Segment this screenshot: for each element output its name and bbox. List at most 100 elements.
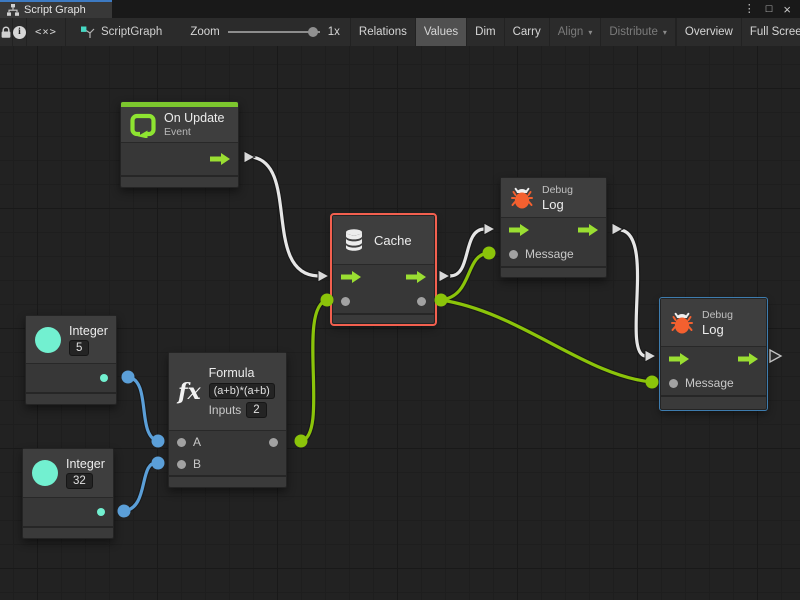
value-endpoint-dot[interactable] [152,457,165,470]
align-dropdown[interactable]: Align ▾ [550,18,602,46]
node-on-update[interactable]: On Update Event [120,101,239,188]
edit-script-button[interactable]: <×> [27,18,66,46]
flow-endpoint-triangle[interactable] [645,350,656,362]
input-a-port[interactable] [177,438,186,447]
window-menu-icon[interactable]: ⋮ [744,4,755,15]
node-debug-log-2[interactable]: Debug Log Message [660,298,767,410]
on-update-event-icon [130,112,156,138]
wire-value-int1-formula-a[interactable] [128,377,158,441]
lock-icon [0,26,12,39]
node-footer [121,175,238,187]
close-icon[interactable]: × [783,3,791,16]
lock-button[interactable] [0,18,13,46]
graph-hierarchy-icon [7,4,19,16]
integer-value-field[interactable]: 5 [69,340,89,356]
tab-script-graph[interactable]: Script Graph [0,0,112,18]
wire-flow-cache-debug1[interactable] [450,229,484,276]
tab-title: Script Graph [24,4,86,16]
value-endpoint-dot[interactable] [646,376,659,389]
formula-expression-field[interactable]: (a+b)*(a+b) [209,383,275,399]
flow-out-unconnected-triangle[interactable] [770,350,781,362]
wire-value-cache-debug2[interactable] [441,300,652,382]
input-b-port[interactable] [177,460,186,469]
values-button[interactable]: Values [416,18,467,46]
full-screen-button[interactable]: Full Screen [742,18,800,46]
integer-output-port[interactable] [97,508,105,516]
port-row: A [169,431,286,453]
node-title: Cache [374,233,412,248]
code-icon: <×> [35,26,57,38]
flow-endpoint-triangle[interactable] [484,223,495,235]
flow-out-port[interactable] [578,224,598,236]
dim-button[interactable]: Dim [467,18,504,46]
flow-endpoint-triangle[interactable] [318,270,329,282]
port-row [661,347,766,371]
node-debug-log-1[interactable]: Debug Log Message [500,177,607,278]
distribute-dropdown[interactable]: Distribute ▾ [601,18,676,46]
zoom-control: Zoom 1x [172,18,350,46]
flow-endpoint-triangle[interactable] [244,151,255,163]
window-controls: ⋮ □ × [744,0,800,18]
chevron-down-icon: ▾ [663,28,667,37]
maximize-icon[interactable]: □ [766,4,773,15]
node-footer [333,313,434,323]
bug-icon [510,186,534,210]
flow-in-port[interactable] [341,271,361,283]
node-category: Debug [702,309,733,321]
node-footer [23,526,113,538]
carry-button[interactable]: Carry [505,18,550,46]
unity-script-graph-window: Script Graph ⋮ □ × i <×> ScriptGraph [0,0,800,600]
overview-button[interactable]: Overview [676,18,742,46]
node-formula[interactable]: fx Formula (a+b)*(a+b) Inputs 2 A B [168,352,287,488]
flow-in-port[interactable] [669,353,689,365]
inspect-button[interactable]: i [13,18,27,46]
value-endpoint-dot[interactable] [152,435,165,448]
distribute-label: Distribute [609,26,658,38]
wire-flow-onupdate-cache[interactable] [252,157,318,276]
node-header: On Update Event [121,107,238,143]
input-a-label: A [193,435,201,449]
integer-value-field[interactable]: 32 [66,473,93,489]
node-title: Log [542,197,573,212]
flow-endpoint-triangle[interactable] [612,223,623,235]
zoom-slider-handle[interactable] [308,27,318,37]
relations-button[interactable]: Relations [351,18,416,46]
value-endpoint-dot[interactable] [295,435,308,448]
relations-label: Relations [359,26,407,38]
integer-output-port[interactable] [100,374,108,382]
value-endpoint-dot[interactable] [118,505,131,518]
flow-in-port[interactable] [509,224,529,236]
value-endpoint-dot[interactable] [122,371,135,384]
node-integer-1[interactable]: Integer 5 [25,315,117,405]
node-header: fx Formula (a+b)*(a+b) Inputs 2 [169,353,286,431]
flow-out-port[interactable] [406,271,426,283]
node-footer [661,395,766,409]
node-integer-2[interactable]: Integer 32 [22,448,114,539]
value-endpoint-dot[interactable] [435,294,448,307]
value-endpoint-dot[interactable] [321,294,334,307]
carry-label: Carry [513,26,541,38]
value-out-port[interactable] [417,297,426,306]
zoom-slider[interactable] [228,26,320,38]
flow-endpoint-triangle[interactable] [439,270,450,282]
zoom-slider-track [228,31,320,33]
wire-value-formula-cache[interactable] [301,300,327,441]
value-endpoint-dot[interactable] [483,247,496,260]
message-in-port[interactable] [669,379,678,388]
flow-out-port[interactable] [210,153,230,165]
flow-out-port[interactable] [738,353,758,365]
node-header: Cache [333,216,434,265]
info-icon: i [13,26,26,39]
result-output-port[interactable] [269,438,278,447]
graph-name-label: ScriptGraph [66,18,172,46]
node-title: Log [702,322,733,337]
message-in-port[interactable] [509,250,518,259]
script-graph-icon [80,26,95,39]
port-row [26,364,116,392]
zoom-value: 1x [328,26,340,38]
value-in-port[interactable] [341,297,350,306]
node-cache[interactable]: Cache [332,215,435,324]
inputs-count-field[interactable]: 2 [246,402,266,418]
graph-canvas[interactable]: On Update Event Integer 5 [0,46,800,600]
inputs-label: Inputs [209,403,242,417]
